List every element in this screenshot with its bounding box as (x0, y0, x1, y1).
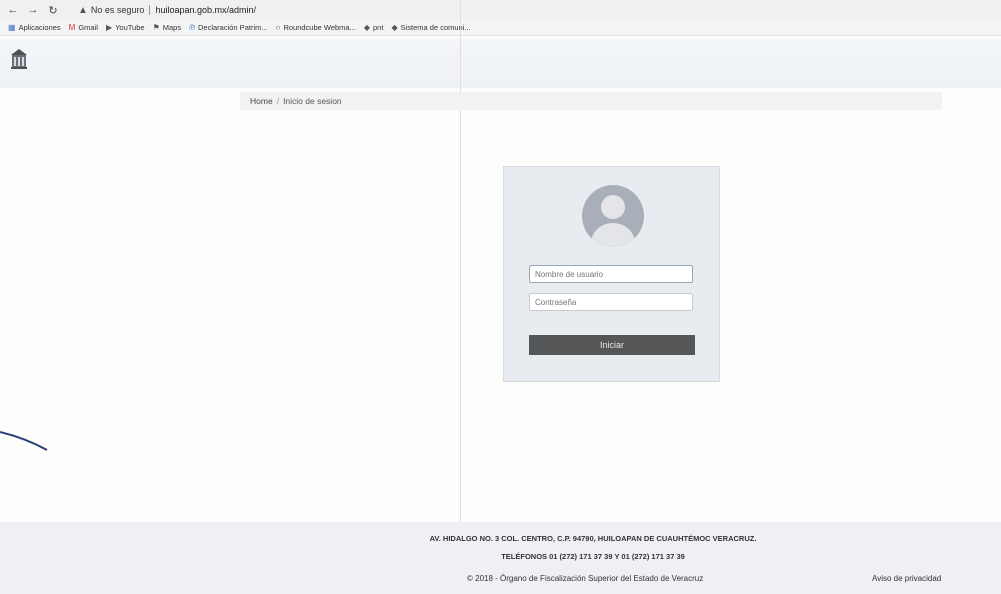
username-input[interactable] (529, 265, 693, 283)
bookmark-label: Aplicaciones (18, 23, 61, 32)
divider (460, 0, 461, 594)
footer-copyright: © 2018 - Órgano de Fiscalización Superio… (467, 574, 704, 583)
gmail-icon: M (68, 23, 76, 32)
maps-icon: ⚑ (152, 23, 160, 32)
bookmark-pnt[interactable]: ◆ pnt (364, 23, 384, 32)
breadcrumb-separator: / (276, 96, 280, 106)
roundcube-icon: ○ (275, 23, 281, 32)
user-avatar-icon (582, 185, 644, 247)
youtube-icon: ▶ (105, 23, 113, 32)
apps-grid-icon: ▦ (8, 23, 16, 32)
bookmark-label: Declaración Patrim... (198, 23, 268, 32)
bookmark-declaracion[interactable]: ℗ Declaración Patrim... (189, 23, 268, 32)
separator (149, 5, 151, 15)
avatar-body (591, 223, 635, 247)
password-input[interactable] (529, 293, 693, 311)
bookmark-youtube[interactable]: ▶ YouTube (106, 23, 145, 32)
bookmark-label: Gmail (78, 23, 98, 32)
back-arrow-icon[interactable]: ← (6, 3, 20, 17)
bookmark-apps[interactable]: ▦ Aplicaciones (8, 23, 61, 32)
breadcrumb: Home / Inicio de sesion (240, 92, 942, 110)
footer-address: AV. HIDALGO NO. 3 COL. CENTRO, C.P. 9479… (429, 534, 757, 543)
url-field[interactable]: huiloapan.gob.mx/admin/ (155, 5, 256, 15)
declaracion-icon: ℗ (189, 23, 195, 32)
bookmark-gmail[interactable]: M Gmail (69, 23, 98, 32)
breadcrumb-current: Inicio de sesion (283, 96, 342, 106)
browser-address-bar: ← → ↻ ▲ No es seguro huiloapan.gob.mx/ad… (0, 0, 1001, 20)
bookmark-maps[interactable]: ⚑ Maps (153, 23, 182, 32)
forward-arrow-icon[interactable]: → (26, 3, 40, 17)
site-header (0, 38, 1001, 88)
bookmark-label: YouTube (115, 23, 145, 32)
reload-icon[interactable]: ↻ (46, 3, 60, 17)
privacy-link[interactable]: Aviso de privacidad (872, 574, 941, 583)
security-label[interactable]: No es seguro (91, 5, 145, 15)
sistema-icon: ◆ (391, 23, 398, 32)
breadcrumb-home[interactable]: Home (250, 96, 273, 106)
login-button[interactable]: Iniciar (529, 335, 695, 355)
bookmark-label: Roundcube Webma... (283, 23, 356, 32)
login-card: Iniciar (503, 166, 720, 382)
bookmark-label: Maps (162, 23, 182, 32)
pen-stroke-mark (0, 431, 48, 451)
pnt-icon: ◆ (363, 23, 371, 32)
warning-icon: ▲ (78, 4, 88, 16)
bookmark-sistema[interactable]: ◆ Sistema de comuni... (391, 23, 470, 32)
avatar-head (601, 195, 625, 219)
building-logo-icon[interactable] (10, 48, 28, 70)
bookmark-label: pnt (373, 23, 384, 32)
footer-phones: TELÉFONOS 01 (272) 171 37 39 Y 01 (272) … (501, 552, 685, 561)
bookmark-roundcube[interactable]: ○ Roundcube Webma... (276, 23, 356, 32)
bookmarks-bar: ▦ Aplicaciones M Gmail ▶ YouTube ⚑ Maps ℗ Dec… (0, 20, 1001, 36)
